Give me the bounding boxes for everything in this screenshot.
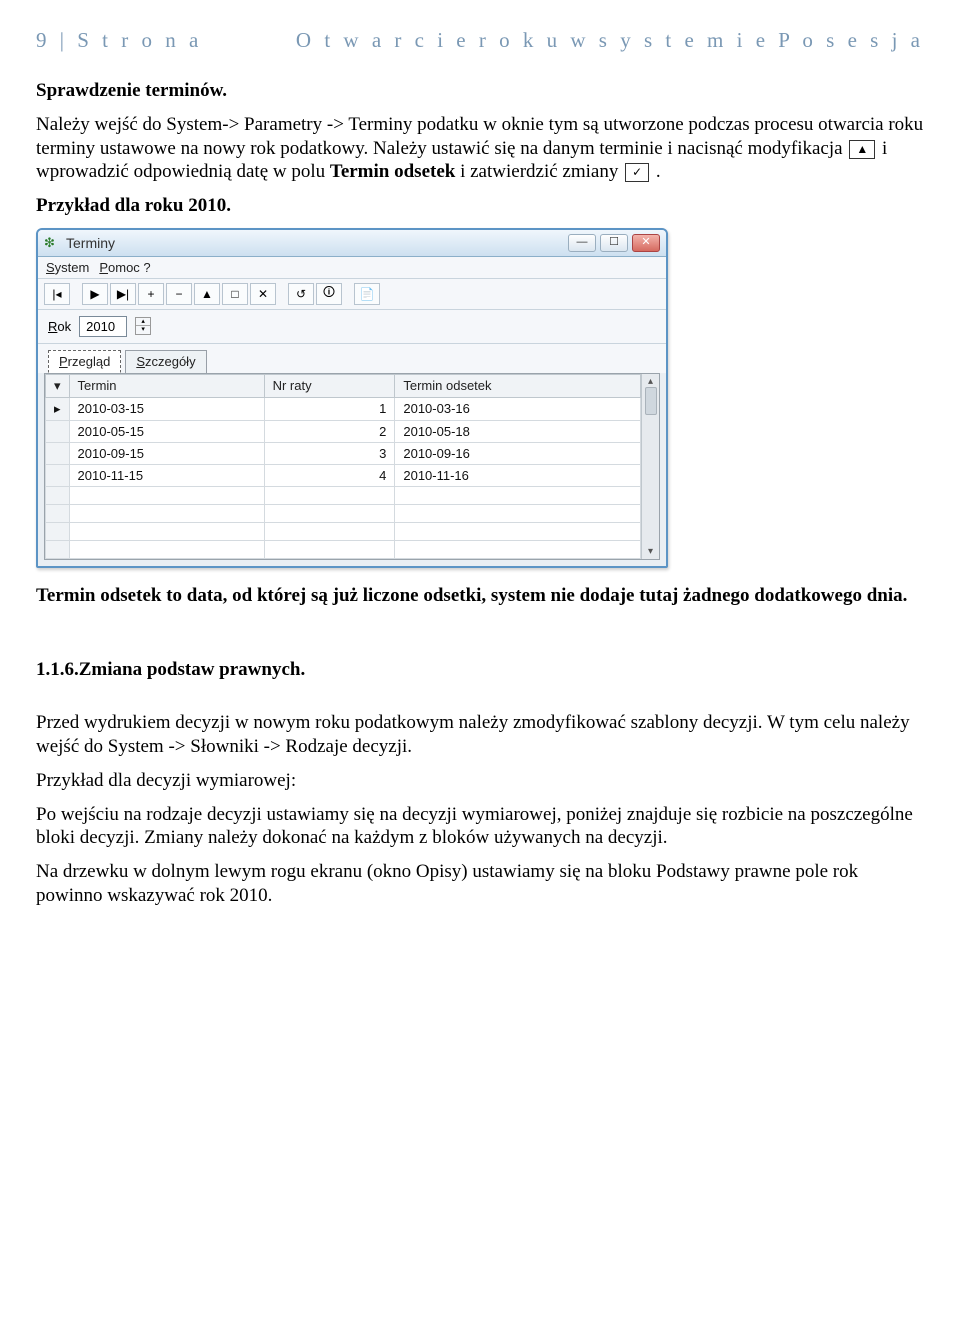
maximize-button[interactable]: ☐ xyxy=(600,234,628,252)
toolbar-cancel-icon[interactable]: ✕ xyxy=(250,283,276,305)
toolbar-edit-icon[interactable]: ▲ xyxy=(194,283,220,305)
toolbar-stop-icon[interactable]: □ xyxy=(222,283,248,305)
toolbar-first-icon[interactable]: |◂ xyxy=(44,283,70,305)
section-heading-1: Sprawdzenie terminów. xyxy=(36,79,924,103)
cell-termin: 2010-09-15 xyxy=(69,442,264,464)
paragraph-1-text-d: i zatwierdzić zmiany xyxy=(460,161,623,182)
terminy-window: ❇ Terminy — ☐ ✕ System Pomoc ? |◂ ▶ ▶| +… xyxy=(36,228,668,568)
table-row[interactable]: 2010-11-15 4 2010-11-16 xyxy=(46,464,641,486)
rok-label: Rok xyxy=(48,319,71,334)
grid-wrapper: ▾ Termin Nr raty Termin odsetek ▸ 2010-0… xyxy=(44,373,660,560)
scroll-up-icon[interactable]: ▴ xyxy=(648,376,653,387)
menu-system[interactable]: System xyxy=(46,260,89,275)
grid-header-row: ▾ Termin Nr raty Termin odsetek xyxy=(46,374,641,397)
paragraph-6: Po wejściu na rodzaje decyzji ustawiamy … xyxy=(36,803,924,851)
col-marker[interactable]: ▾ xyxy=(46,374,70,397)
window-titlebar: ❇ Terminy — ☐ ✕ xyxy=(38,230,666,257)
paragraph-1-text-e: . xyxy=(656,161,661,182)
cell-nr: 1 xyxy=(264,397,395,420)
cell-odsetek: 2010-09-16 xyxy=(395,442,641,464)
toolbar-play-icon[interactable]: ▶ xyxy=(82,283,108,305)
paragraph-1: Należy wejść do System-> Parametry -> Te… xyxy=(36,113,924,184)
toolbar: |◂ ▶ ▶| + − ▲ □ ✕ ↺ 🛈 📄 xyxy=(38,279,666,310)
cell-odsetek: 2010-03-16 xyxy=(395,397,641,420)
toolbar-remove-icon[interactable]: − xyxy=(166,283,192,305)
paragraph-3: Termin odsetek to data, od której są już… xyxy=(36,584,924,608)
row-marker: ▸ xyxy=(46,397,70,420)
section-heading-2: 1.1.6.Zmiana podstaw prawnych. xyxy=(36,658,924,682)
cell-odsetek: 2010-05-18 xyxy=(395,420,641,442)
scroll-thumb[interactable] xyxy=(645,387,657,415)
col-termin[interactable]: Termin xyxy=(69,374,264,397)
row-marker xyxy=(46,442,70,464)
header-left: 9 | S t r o n a xyxy=(36,28,202,52)
confirm-icon: ✓ xyxy=(625,163,649,182)
close-button[interactable]: ✕ xyxy=(632,234,660,252)
row-marker xyxy=(46,464,70,486)
toolbar-last-icon[interactable]: ▶| xyxy=(110,283,136,305)
menu-pomoc[interactable]: Pomoc ? xyxy=(99,260,150,275)
col-termin-odsetek[interactable]: Termin odsetek xyxy=(395,374,641,397)
cell-termin: 2010-03-15 xyxy=(69,397,264,420)
rok-spinner[interactable]: ▴▾ xyxy=(135,317,151,335)
cell-odsetek: 2010-11-16 xyxy=(395,464,641,486)
table-row-empty xyxy=(46,522,641,540)
cell-termin: 2010-05-15 xyxy=(69,420,264,442)
menu-bar: System Pomoc ? xyxy=(38,257,666,279)
row-marker xyxy=(46,420,70,442)
tab-szczegoly[interactable]: Szczegóły xyxy=(125,350,206,373)
example-heading: Przykład dla roku 2010. xyxy=(36,194,924,218)
window-buttons: — ☐ ✕ xyxy=(568,234,660,252)
window-title: Terminy xyxy=(66,235,562,251)
toolbar-add-icon[interactable]: + xyxy=(138,283,164,305)
vertical-scrollbar[interactable]: ▴ ▾ xyxy=(641,374,659,559)
table-row-empty xyxy=(46,504,641,522)
cell-nr: 4 xyxy=(264,464,395,486)
paragraph-7: Na drzewku w dolnym lewym rogu ekranu (o… xyxy=(36,860,924,908)
cell-termin: 2010-11-15 xyxy=(69,464,264,486)
paragraph-4: Przed wydrukiem decyzji w nowym roku pod… xyxy=(36,711,924,759)
rok-input[interactable]: 2010 xyxy=(79,316,127,337)
paragraph-1-term: Termin odsetek xyxy=(330,161,455,182)
modify-icon: ▲ xyxy=(849,140,875,159)
col-nr-raty[interactable]: Nr raty xyxy=(264,374,395,397)
scroll-down-icon[interactable]: ▾ xyxy=(648,546,653,557)
tab-przeglad[interactable]: Przegląd xyxy=(48,350,121,373)
app-icon: ❇ xyxy=(44,235,60,251)
minimize-button[interactable]: — xyxy=(568,234,596,252)
table-row[interactable]: ▸ 2010-03-15 1 2010-03-16 xyxy=(46,397,641,420)
cell-nr: 3 xyxy=(264,442,395,464)
page-header: 9 | S t r o n a O t w a r c i e r o k u … xyxy=(36,28,924,53)
toolbar-report-icon[interactable]: 📄 xyxy=(354,283,380,305)
paragraph-5: Przykład dla decyzji wymiarowej: xyxy=(36,769,924,793)
toolbar-info-icon[interactable]: 🛈 xyxy=(316,283,342,305)
cell-nr: 2 xyxy=(264,420,395,442)
toolbar-refresh-icon[interactable]: ↺ xyxy=(288,283,314,305)
paragraph-1-text-a: Należy wejść do System-> Parametry -> Te… xyxy=(36,114,923,159)
header-right: O t w a r c i e r o k u w s y s t e m i … xyxy=(296,28,924,53)
table-row-empty xyxy=(46,540,641,558)
year-bar: Rok 2010 ▴▾ xyxy=(38,310,666,344)
table-row-empty xyxy=(46,486,641,504)
data-grid: ▾ Termin Nr raty Termin odsetek ▸ 2010-0… xyxy=(45,374,641,559)
table-row[interactable]: 2010-05-15 2 2010-05-18 xyxy=(46,420,641,442)
tab-bar: Przegląd Szczegóły xyxy=(38,344,666,373)
table-row[interactable]: 2010-09-15 3 2010-09-16 xyxy=(46,442,641,464)
